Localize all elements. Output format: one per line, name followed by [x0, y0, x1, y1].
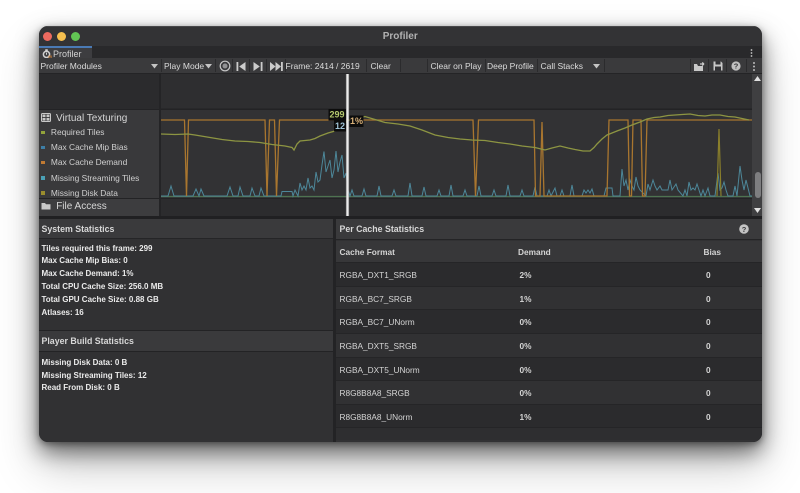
svg-text:?: ?: [741, 224, 746, 233]
svg-text:1%: 1%: [350, 116, 363, 126]
svg-text:299: 299: [329, 110, 344, 120]
svg-text:?: ?: [733, 62, 738, 71]
svg-text:12: 12: [335, 121, 345, 131]
